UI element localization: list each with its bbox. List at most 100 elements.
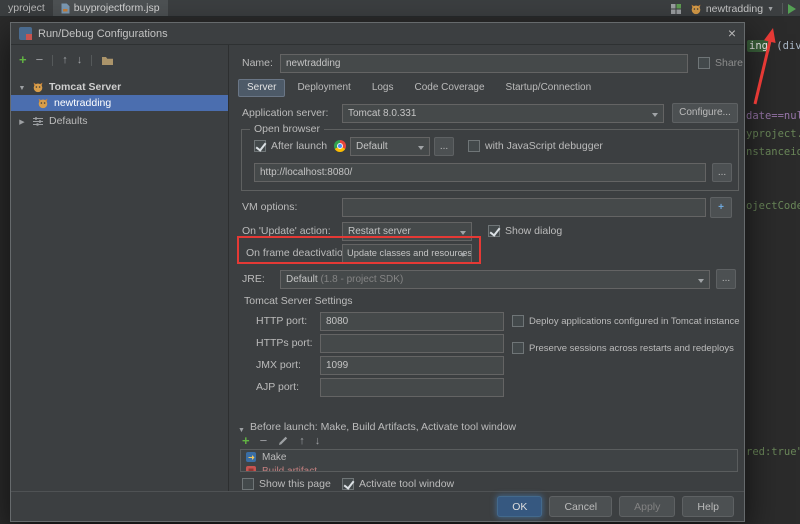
tab-startup-connection[interactable]: Startup/Connection	[497, 79, 601, 97]
dialog-title-bar: Run/Debug Configurations	[11, 23, 744, 45]
js-debugger-label[interactable]: with JavaScript debugger	[485, 140, 603, 152]
expand-icon[interactable]	[17, 82, 27, 93]
share-checkbox-group: Share	[698, 54, 743, 72]
before-launch-item-make[interactable]: Make	[241, 450, 737, 464]
collapse-icon[interactable]	[17, 116, 27, 127]
jmx-port-input[interactable]: 1099	[320, 356, 504, 375]
run-button[interactable]	[788, 3, 796, 14]
editor-code-fragment: yproject.	[746, 128, 800, 140]
editor-tab-active[interactable]: buyprojectform.jsp	[52, 0, 168, 16]
https-port-input[interactable]	[320, 334, 504, 353]
move-task-up-icon[interactable]	[299, 436, 305, 447]
jre-select[interactable]: Default (1.8 - project SDK)	[280, 270, 710, 289]
show-dialog-label[interactable]: Show dialog	[505, 225, 562, 237]
expand-vm-options-button[interactable]: +	[710, 197, 732, 218]
after-launch-checkbox[interactable]	[254, 140, 266, 152]
folder-icon[interactable]	[101, 55, 114, 66]
tab-deployment[interactable]: Deployment	[288, 79, 359, 97]
ajp-port-input[interactable]	[320, 378, 504, 397]
browser-browse-button[interactable]: ...	[434, 137, 454, 156]
divider	[52, 54, 54, 66]
task-label: Make	[262, 451, 287, 463]
dialog-title: Run/Debug Configurations	[38, 27, 168, 40]
jmx-port-label: JMX port:	[256, 359, 301, 371]
toolbar-grid-icon[interactable]	[670, 3, 682, 15]
editor-tab-label: yproject	[8, 2, 45, 14]
show-this-page-checkbox[interactable]	[242, 478, 254, 490]
configurations-tree-panel: Tomcat Server newtradding Defaults	[11, 45, 229, 491]
ajp-port-label: AJP port:	[256, 381, 299, 393]
apply-button[interactable]: Apply	[619, 496, 676, 517]
activate-tool-window-label[interactable]: Activate tool window	[359, 478, 454, 490]
divider	[91, 54, 93, 66]
help-button[interactable]: Help	[682, 496, 734, 517]
launch-url-input[interactable]: http://localhost:8080/	[254, 163, 706, 182]
frame-deactivation-label: On frame deactivation:	[246, 247, 352, 259]
move-task-down-icon[interactable]	[315, 436, 321, 447]
configure-button[interactable]: Configure...	[672, 103, 738, 123]
show-this-page-group: Show this page	[242, 475, 331, 491]
chrome-browser-icon	[334, 140, 346, 152]
name-label: Name:	[242, 57, 273, 69]
tree-node-newtradding-selected[interactable]: newtradding	[11, 95, 228, 111]
tree-toolbar	[19, 51, 114, 69]
remove-task-icon[interactable]	[260, 434, 268, 448]
browser-select[interactable]: Default	[350, 137, 430, 156]
edit-pencil-icon[interactable]	[277, 435, 289, 447]
build-artifact-icon	[246, 466, 256, 471]
after-launch-label[interactable]: After launch	[271, 140, 327, 152]
frame-deactivation-select[interactable]: Update classes and resources	[342, 244, 472, 263]
deploy-apps-checkbox[interactable]	[512, 315, 524, 327]
add-task-icon[interactable]	[242, 434, 250, 448]
add-configuration-icon[interactable]	[19, 53, 27, 67]
ok-button[interactable]: OK	[497, 496, 543, 517]
vm-options-label: VM options:	[242, 201, 298, 213]
run-widget: newtradding	[670, 1, 796, 16]
annotation-arrow	[753, 28, 776, 105]
url-browse-button[interactable]: ...	[712, 163, 732, 182]
run-config-name: newtradding	[705, 2, 764, 15]
editor-tab[interactable]: yproject	[0, 0, 53, 16]
cancel-button[interactable]: Cancel	[549, 496, 613, 517]
name-input[interactable]: newtradding	[280, 54, 688, 73]
remove-configuration-icon[interactable]	[36, 53, 44, 67]
tomcat-icon	[691, 4, 701, 14]
close-icon[interactable]	[728, 26, 736, 41]
before-launch-item-build-artifact[interactable]: Build artifact...	[241, 464, 737, 471]
move-up-icon[interactable]	[62, 55, 68, 66]
activate-tool-window-checkbox[interactable]	[342, 478, 354, 490]
tab-code-coverage[interactable]: Code Coverage	[406, 79, 494, 97]
share-checkbox[interactable]	[698, 57, 710, 69]
move-down-icon[interactable]	[77, 55, 83, 66]
defaults-settings-icon	[33, 117, 43, 126]
js-debugger-group: with JavaScript debugger	[468, 137, 603, 155]
http-port-input[interactable]: 8080	[320, 312, 504, 331]
application-server-label: Application server:	[242, 107, 329, 119]
js-debugger-checkbox[interactable]	[468, 140, 480, 152]
vm-options-input[interactable]	[342, 198, 706, 217]
chevron-down-icon	[767, 3, 774, 14]
editor-code-fragment: date==null	[746, 110, 800, 122]
deploy-apps-group: Deploy applications configured in Tomcat…	[512, 312, 740, 330]
make-icon	[246, 452, 256, 462]
jsp-file-icon	[61, 3, 70, 13]
tree-node-label: Tomcat Server	[49, 81, 122, 93]
tab-logs[interactable]: Logs	[363, 79, 403, 97]
show-dialog-checkbox[interactable]	[488, 225, 500, 237]
tree-node-tomcat-server[interactable]: Tomcat Server	[11, 79, 228, 95]
jre-browse-button[interactable]: ...	[716, 269, 736, 289]
deploy-apps-label[interactable]: Deploy applications configured in Tomcat…	[529, 316, 740, 327]
share-label[interactable]: Share	[715, 57, 743, 69]
preserve-sessions-label[interactable]: Preserve sessions across restarts and re…	[529, 343, 734, 354]
tab-server[interactable]: Server	[238, 79, 286, 97]
dialog-icon	[19, 27, 32, 40]
show-this-page-label[interactable]: Show this page	[259, 478, 331, 490]
tree-node-defaults[interactable]: Defaults	[11, 113, 228, 129]
open-browser-legend: Open browser	[250, 123, 324, 135]
application-server-select[interactable]: Tomcat 8.0.331	[342, 104, 664, 123]
before-launch-title: Before launch: Make, Build Artifacts, Ac…	[250, 421, 517, 433]
update-action-select[interactable]: Restart server	[342, 222, 472, 241]
run-config-selector[interactable]: newtradding	[687, 3, 777, 15]
preserve-sessions-checkbox[interactable]	[512, 342, 524, 354]
tomcat-icon	[33, 82, 43, 93]
